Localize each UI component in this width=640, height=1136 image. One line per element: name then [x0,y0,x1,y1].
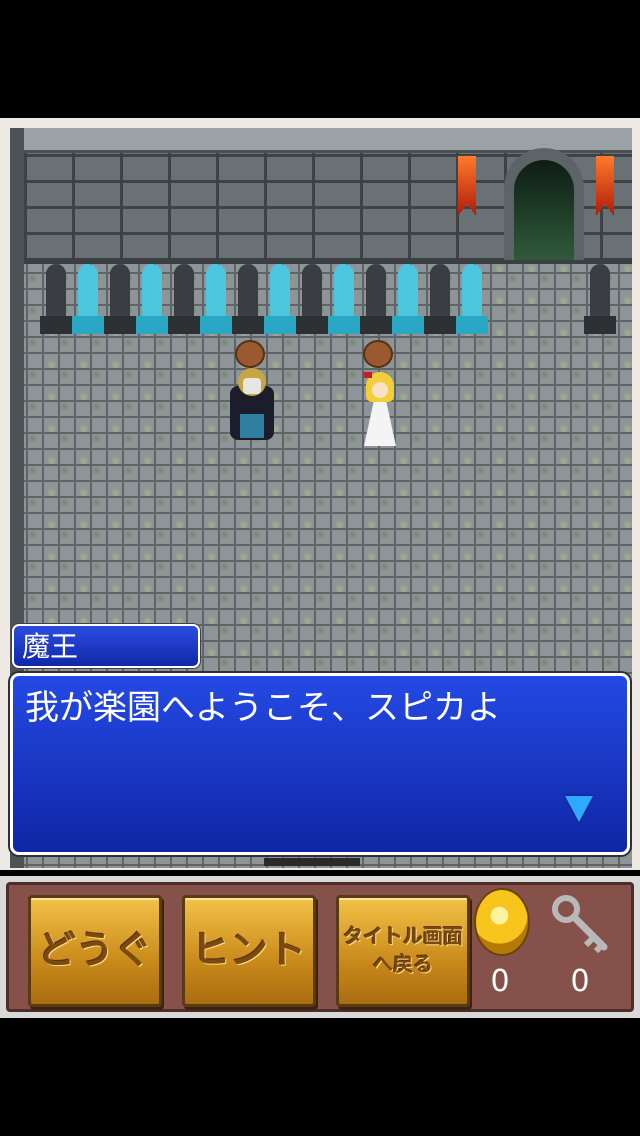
screen-strip [264,858,360,866]
teal-statue [456,264,488,334]
demon-king-sprite[interactable] [228,368,276,442]
teal-statue [136,264,168,334]
down-triangle-icon[interactable] [565,796,593,822]
dark-statue [232,264,264,334]
back-to-title-label: タイトル画面 へ戻る [343,924,463,976]
hint-button-label: ヒント [191,928,306,972]
items-button[interactable]: どうぐ [28,895,162,1007]
dialog-message: 我が楽園へようこそ、スピカよ [25,688,501,728]
key-count: 0 [570,964,590,999]
doorway-interior [514,160,574,260]
speaker-name-box: 魔王 [12,624,200,668]
dark-statue [424,264,456,334]
teal-statue [72,264,104,334]
clay-pot[interactable] [363,340,393,368]
speaker-name: 魔王 [22,630,79,663]
dark-statue [104,264,136,334]
dark-statue [40,264,72,334]
hint-button[interactable]: ヒント [182,895,316,1007]
back-to-title-button[interactable]: タイトル画面 へ戻る [336,895,470,1007]
teal-statue [328,264,360,334]
dark-statue [296,264,328,334]
teal-statue [392,264,424,334]
clay-pot[interactable] [235,340,265,368]
dark-statue [360,264,392,334]
dark-statue [168,264,200,334]
top-bar [0,0,640,118]
coin-count: 0 [490,964,510,999]
teal-statue [264,264,296,334]
key-icon [552,895,608,954]
teal-statue [200,264,232,334]
spica-sprite[interactable] [362,372,398,448]
dark-statue [584,264,616,334]
dialog-box[interactable]: 我が楽園へようこそ、スピカよ [10,673,630,855]
gold-coin-icon [474,888,530,956]
items-button-label: どうぐ [37,928,152,972]
